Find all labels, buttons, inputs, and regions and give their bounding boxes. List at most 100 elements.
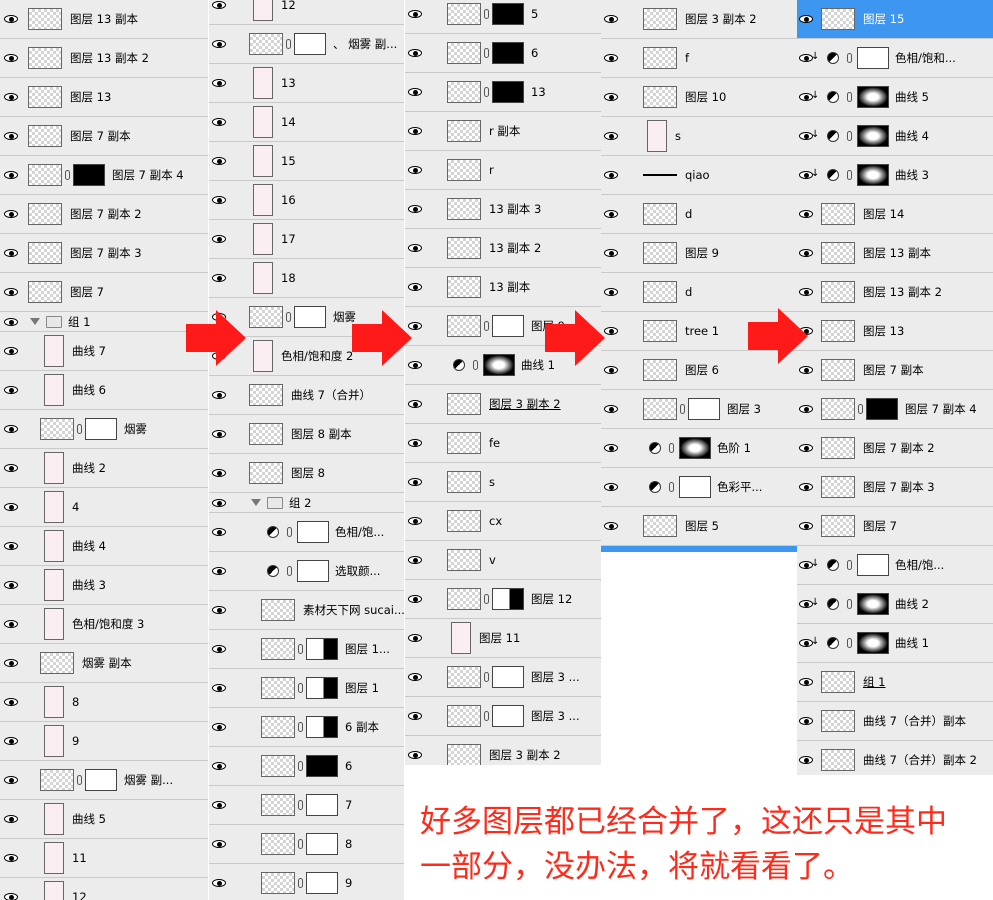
eye-icon[interactable] [798,209,816,219]
layer-row[interactable]: 背景 [601,546,797,552]
layer-row[interactable]: cx [405,502,601,541]
layer-row[interactable]: 色阶 1 [601,429,797,468]
layer-row[interactable]: 烟雾 [0,410,208,449]
layer-row[interactable]: ↓ 曲线 3 [797,156,993,195]
eye-icon[interactable] [3,92,21,102]
expand-triangle-icon[interactable] [30,317,40,325]
layer-row[interactable]: r 副本 [405,112,601,151]
layer-row[interactable]: 图层 1... [209,630,404,669]
eye-icon[interactable] [3,541,21,551]
layer-row[interactable]: 选取颜... [209,552,404,591]
eye-icon[interactable] [603,404,621,414]
layer-row[interactable]: 图层 7 副本 [0,117,208,156]
layer-row[interactable]: 色彩平... [601,468,797,507]
layer-row[interactable]: 图层 3 [601,390,797,429]
layer-row[interactable]: 13 [405,73,601,112]
eye-icon[interactable] [3,14,21,24]
eye-icon[interactable] [3,248,21,258]
layer-row[interactable]: v [405,541,601,580]
layer-row[interactable]: f [601,39,797,78]
eye-icon[interactable] [407,282,425,292]
eye-icon[interactable] [798,287,816,297]
eye-icon[interactable] [3,287,21,297]
eye-icon[interactable] [211,195,229,205]
layer-row[interactable]: ↓ 曲线 5 [797,78,993,117]
eye-icon[interactable] [603,482,621,492]
layer-row[interactable]: 13 [209,64,404,103]
layer-row[interactable]: ↓ 色相/饱... [797,546,993,585]
eye-icon[interactable] [211,527,229,537]
layer-row[interactable]: 图层 14 [797,195,993,234]
eye-icon[interactable] [211,800,229,810]
eye-icon[interactable] [407,399,425,409]
eye-icon[interactable] [407,165,425,175]
eye-icon[interactable] [3,892,21,900]
eye-icon[interactable] [3,697,21,707]
eye-icon[interactable] [407,750,425,760]
layer-row[interactable]: 图层 13 [797,312,993,351]
layer-row[interactable]: 图层 13 [0,78,208,117]
layer-row[interactable]: ↓ 色相/饱和... [797,39,993,78]
layer-row[interactable]: 图层 7 副本 [797,351,993,390]
layer-row[interactable]: r [405,151,601,190]
eye-icon[interactable] [407,711,425,721]
eye-icon[interactable] [407,9,425,19]
layer-row[interactable]: ↓ 曲线 1 [797,624,993,663]
eye-icon[interactable] [798,521,816,531]
layer-row[interactable]: ↓ 曲线 2 [797,585,993,624]
eye-icon[interactable] [3,131,21,141]
eye-icon[interactable] [3,619,21,629]
layer-row[interactable]: 图层 8 副本 [209,415,404,454]
eye-icon[interactable] [603,170,621,180]
layer-row[interactable]: 12 [209,0,404,25]
eye-icon[interactable] [211,683,229,693]
layer-row[interactable]: 烟雾 副本 [0,644,208,683]
eye-icon[interactable] [603,326,621,336]
eye-icon[interactable] [3,580,21,590]
layer-row[interactable]: 17 [209,220,404,259]
layer-row[interactable]: 曲线 4 [0,527,208,566]
layer-row[interactable]: 6 副本 [209,708,404,747]
eye-icon[interactable] [407,633,425,643]
layer-row[interactable]: 图层 8 [209,454,404,493]
eye-icon[interactable] [211,78,229,88]
layer-row[interactable]: 曲线 2 [0,449,208,488]
eye-icon[interactable] [211,761,229,771]
eye-icon[interactable] [798,248,816,258]
layer-row[interactable]: 图层 7 副本 4 [0,156,208,195]
eye-icon[interactable] [3,658,21,668]
layer-row[interactable]: 组 1 [0,312,208,332]
layer-row[interactable]: 烟雾 副... [0,761,208,800]
eye-icon[interactable] [211,644,229,654]
eye-icon[interactable] [798,365,816,375]
eye-icon[interactable] [407,48,425,58]
layer-row[interactable]: 7 [209,786,404,825]
layer-row[interactable]: 8 [209,825,404,864]
layer-row[interactable]: 曲线 7 [0,332,208,371]
eye-icon[interactable] [798,755,816,765]
layer-row[interactable]: qiao [601,156,797,195]
expand-triangle-icon[interactable] [251,498,261,506]
layer-row[interactable]: 曲线 7（合并）副本 2 [797,741,993,775]
layer-row[interactable]: 图层 7 [0,273,208,312]
eye-icon[interactable] [211,429,229,439]
eye-icon[interactable] [603,443,621,453]
layer-row[interactable]: 13 副本 2 [405,229,601,268]
eye-icon[interactable] [211,234,229,244]
layer-row[interactable]: 9 [209,864,404,900]
layer-row[interactable]: d [601,273,797,312]
layer-row[interactable]: 图层 3 ... [405,658,601,697]
eye-icon[interactable] [211,839,229,849]
eye-icon[interactable] [603,287,621,297]
eye-icon[interactable] [407,204,425,214]
eye-icon[interactable] [211,498,229,508]
layer-row[interactable]: 色相/饱... [209,513,404,552]
layer-row[interactable]: fe [405,424,601,463]
eye-icon[interactable] [407,243,425,253]
layer-row[interactable]: 组 1 [797,663,993,702]
eye-icon[interactable] [407,672,425,682]
eye-icon[interactable] [603,209,621,219]
layer-row[interactable]: 13 副本 3 [405,190,601,229]
layer-row[interactable]: 图层 3 副本 2 [601,0,797,39]
layer-row[interactable]: 图层 15 [797,0,993,39]
